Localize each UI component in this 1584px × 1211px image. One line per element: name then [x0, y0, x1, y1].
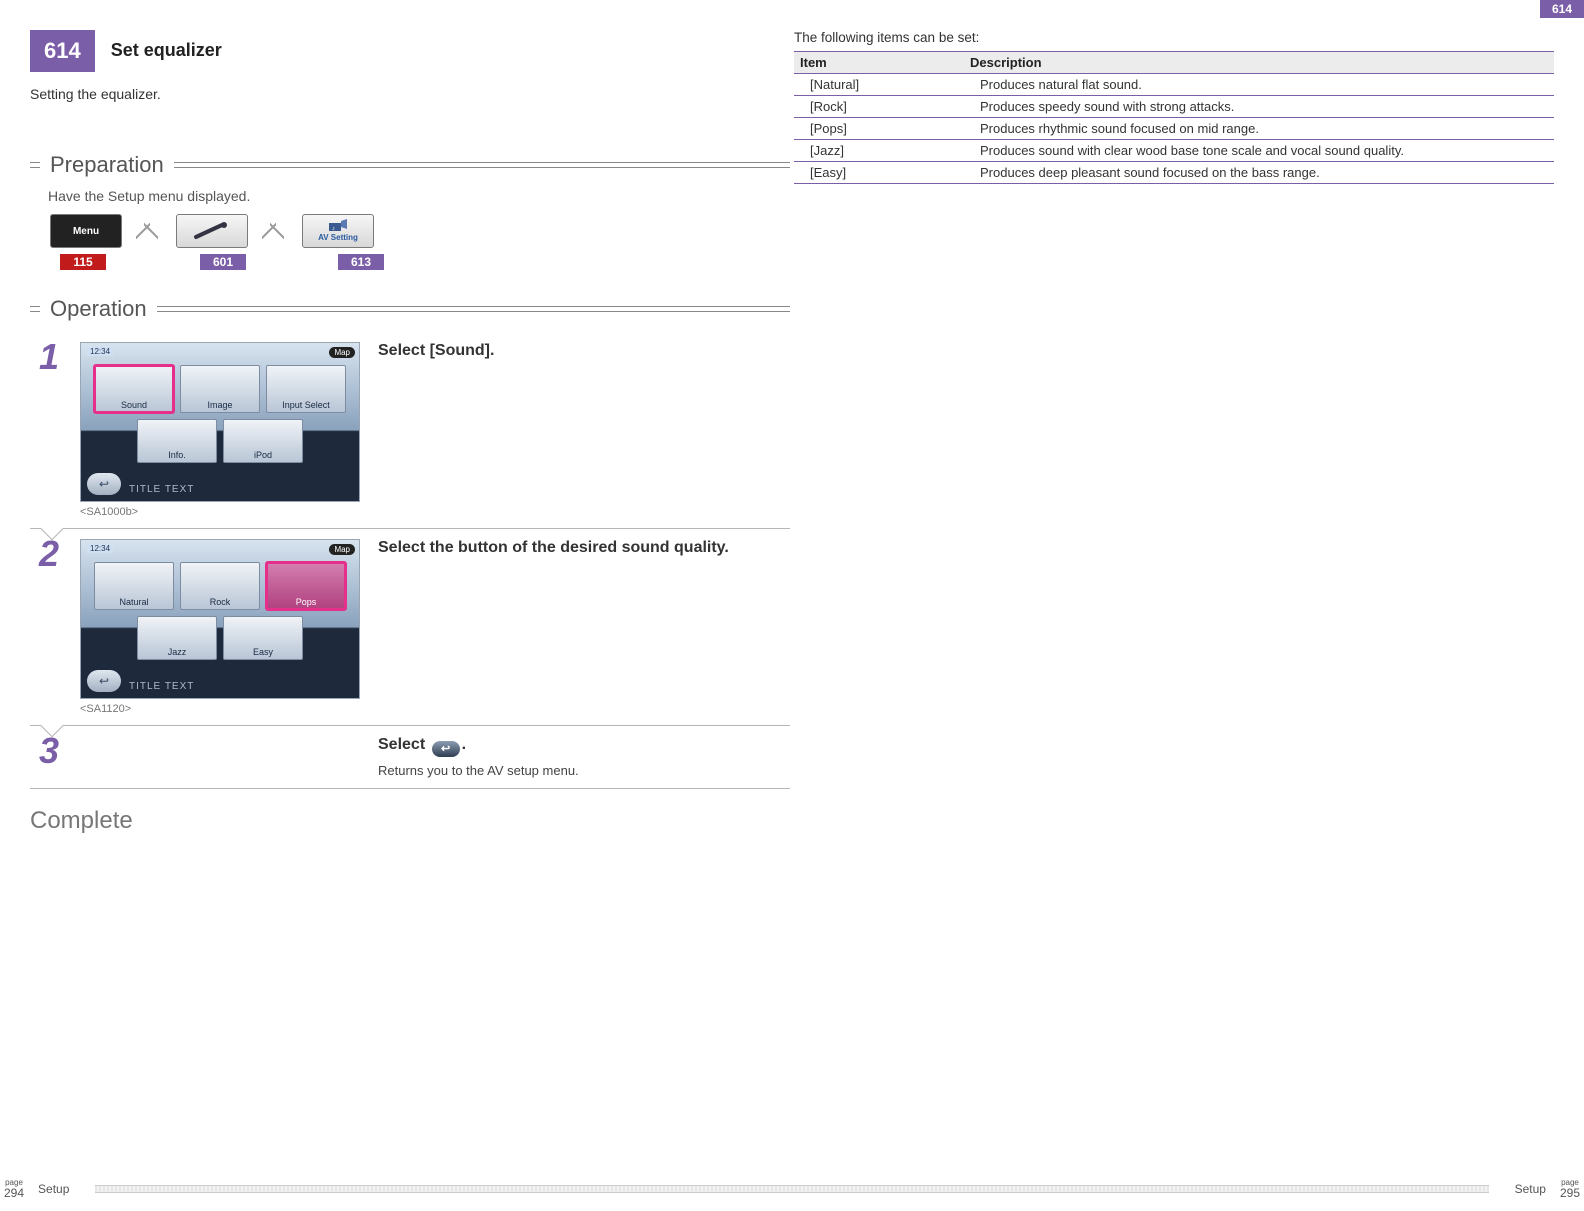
tile-ipod[interactable]: iPod — [223, 419, 303, 463]
page-title: Set equalizer — [95, 30, 238, 72]
step-3: 3 Select ↩. Returns you to the AV setup … — [30, 726, 790, 789]
step-number: 2 — [30, 533, 68, 575]
title-block: 614 Set equalizer — [30, 30, 790, 72]
footer-bar — [95, 1185, 1488, 1193]
tile-input-select[interactable]: Input Select — [266, 365, 346, 413]
tile-easy[interactable]: Easy — [223, 616, 303, 660]
page-num-right: page 295 — [1560, 1179, 1580, 1199]
av-setting-label: ♪ AV Setting — [318, 219, 358, 243]
map-badge: Map — [329, 544, 355, 555]
step3-subtext: Returns you to the AV setup menu. — [378, 763, 790, 778]
shot-time: 12:34 — [87, 347, 113, 356]
table-row: [Rock]Produces speedy sound with strong … — [794, 96, 1554, 118]
step1-instruction: Select [Sound]. — [378, 342, 790, 360]
image-id: <SA1120> — [80, 703, 360, 715]
complete-label: Complete — [30, 807, 790, 835]
step2-screenshot: 12:34 Map Natural Rock Pops Jazz Easy ↩ … — [80, 539, 360, 699]
ref-badge: 613 — [338, 254, 384, 270]
th-item: Item — [794, 52, 964, 74]
shot-title-text: TITLE TEXT — [129, 484, 194, 495]
tile-jazz[interactable]: Jazz — [137, 616, 217, 660]
av-setting-icon: ♪ AV Setting — [302, 214, 374, 248]
section-tab: 614 — [1540, 0, 1584, 18]
th-desc: Description — [964, 52, 1554, 74]
step2-instruction: Select the button of the desired sound q… — [378, 539, 790, 557]
table-intro: The following items can be set: — [794, 30, 1554, 45]
title-number: 614 — [30, 30, 95, 72]
step-2: 2 12:34 Map Natural Rock Pops Jazz Easy … — [30, 529, 790, 726]
map-badge: Map — [329, 347, 355, 358]
step-1: 1 12:34 Map Sound Image Input Select Inf… — [30, 332, 790, 529]
footer: page 294 Setup Setup page 295 — [0, 1175, 1584, 1203]
return-icon[interactable]: ↩ — [87, 473, 121, 495]
ref-badge: 115 — [60, 254, 106, 270]
table-row: [Jazz]Produces sound with clear wood bas… — [794, 140, 1554, 162]
intro-text: Setting the equalizer. — [30, 86, 790, 102]
right-page: The following items can be set: Item Des… — [794, 30, 1554, 1165]
tile-info[interactable]: Info. — [137, 419, 217, 463]
tile-pops[interactable]: Pops — [266, 562, 346, 610]
table-row: [Pops]Produces rhythmic sound focused on… — [794, 118, 1554, 140]
options-table: Item Description [Natural]Produces natur… — [794, 51, 1554, 184]
menu-button-icon: Menu — [50, 214, 122, 248]
step1-screenshot: 12:34 Map Sound Image Input Select Info.… — [80, 342, 360, 502]
preparation-heading-text: Preparation — [46, 152, 168, 178]
preparation-heading: Preparation — [30, 152, 790, 178]
footer-section-left: Setup — [38, 1182, 69, 1196]
arrow-icon — [262, 222, 288, 240]
step-number: 1 — [30, 336, 68, 378]
preparation-text: Have the Setup menu displayed. — [48, 188, 790, 204]
left-page: 614 Set equalizer Setting the equalizer.… — [30, 30, 790, 1165]
return-icon[interactable]: ↩ — [87, 670, 121, 692]
image-id: <SA1000b> — [80, 506, 360, 518]
preparation-icon-row: Menu ♪ AV Setting — [50, 214, 790, 248]
svg-text:♪: ♪ — [332, 226, 335, 232]
step-number: 3 — [30, 730, 68, 772]
tile-rock[interactable]: Rock — [180, 562, 260, 610]
tile-image[interactable]: Image — [180, 365, 260, 413]
ref-badge: 601 — [200, 254, 246, 270]
reference-badges: 115 601 613 — [60, 254, 790, 270]
operation-heading-text: Operation — [46, 296, 151, 322]
shot-time: 12:34 — [87, 544, 113, 553]
footer-section-right: Setup — [1515, 1182, 1546, 1196]
operation-heading: Operation — [30, 296, 790, 322]
tile-sound[interactable]: Sound — [94, 365, 174, 413]
shot-title-text: TITLE TEXT — [129, 681, 194, 692]
table-row: [Easy]Produces deep pleasant sound focus… — [794, 162, 1554, 184]
step3-instruction: Select ↩. Returns you to the AV setup me… — [378, 736, 790, 778]
settings-jack-icon — [176, 214, 248, 248]
return-badge-icon: ↩ — [432, 741, 460, 757]
table-row: [Natural]Produces natural flat sound. — [794, 74, 1554, 96]
arrow-icon — [136, 222, 162, 240]
tile-natural[interactable]: Natural — [94, 562, 174, 610]
page-num-left: page 294 — [4, 1179, 24, 1199]
